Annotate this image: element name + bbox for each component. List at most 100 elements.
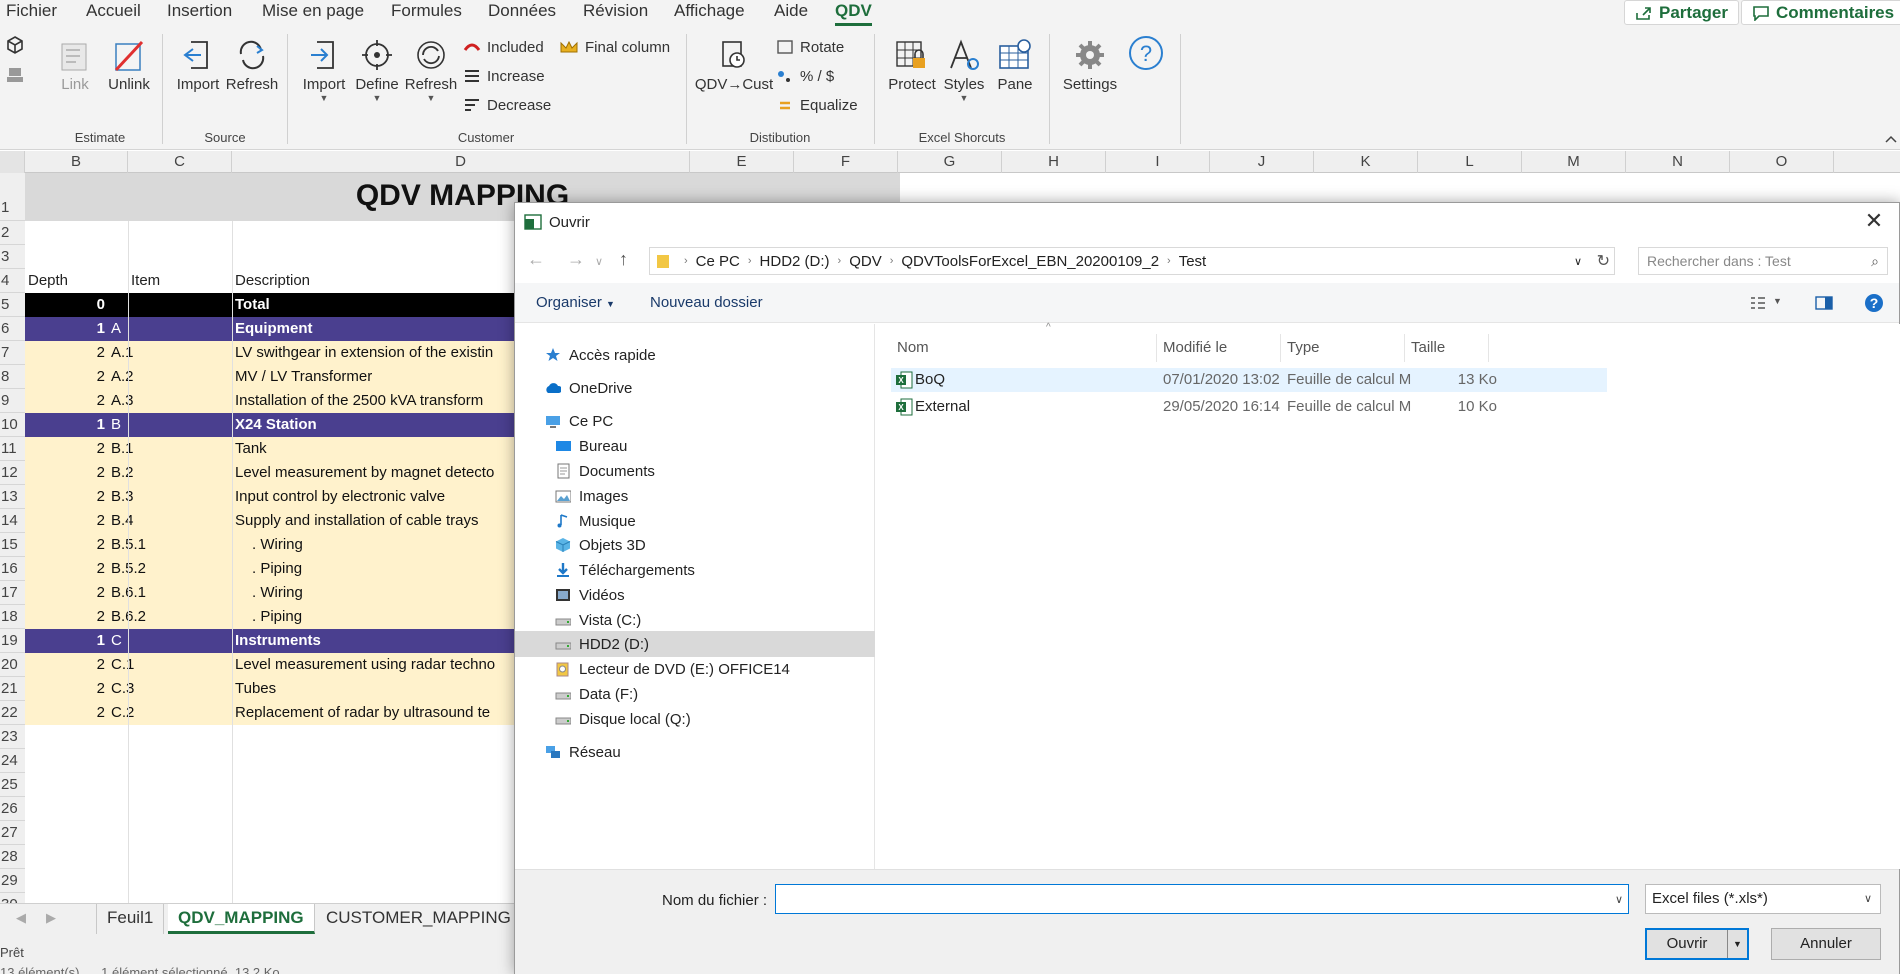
nav-item-vista-c[interactable]: Vista (C:) bbox=[555, 607, 641, 633]
rotate-button[interactable]: Rotate bbox=[776, 35, 844, 59]
customer-refresh-button[interactable]: Refresh ▼ bbox=[405, 34, 457, 103]
tab-insertion[interactable]: Insertion bbox=[167, 0, 232, 22]
close-icon[interactable]: ✕ bbox=[1861, 209, 1887, 235]
row-header[interactable]: 17 bbox=[0, 581, 25, 605]
depth-cell[interactable]: 2 bbox=[25, 653, 108, 677]
row-header[interactable]: 21 bbox=[0, 677, 25, 701]
recent-locations-icon[interactable]: ∨ bbox=[595, 255, 603, 268]
nav-item-bureau[interactable]: Bureau bbox=[555, 433, 627, 459]
filename-history-dropdown-icon[interactable]: ∨ bbox=[1615, 893, 1623, 906]
select-all-corner[interactable] bbox=[0, 151, 25, 173]
tab-qdv[interactable]: QDV bbox=[835, 0, 872, 26]
final-column-button[interactable]: Final column bbox=[559, 35, 670, 59]
tab-scroll-right-icon[interactable]: ▶ bbox=[46, 910, 56, 926]
search-input[interactable]: Rechercher dans : Test ⌕ bbox=[1638, 247, 1888, 275]
row-header[interactable]: 6 bbox=[0, 317, 25, 341]
row-header[interactable]: 1 bbox=[0, 173, 25, 221]
tab-affichage[interactable]: Affichage bbox=[674, 0, 745, 22]
item-cell[interactable]: B.1 bbox=[108, 437, 232, 461]
column-type[interactable]: Type bbox=[1281, 334, 1405, 362]
nav-item-acc-s-rapide[interactable]: Accès rapide bbox=[545, 342, 656, 368]
item-cell[interactable]: A.1 bbox=[108, 341, 232, 365]
row-header[interactable]: 26 bbox=[0, 797, 25, 821]
depth-cell[interactable]: 2 bbox=[25, 605, 108, 629]
row-header[interactable]: 11 bbox=[0, 437, 25, 461]
row-header[interactable]: 7 bbox=[0, 341, 25, 365]
file-row[interactable]: X External 29/05/2020 16:14 Feuille de calc… bbox=[891, 395, 1607, 419]
pane-button[interactable]: Pane bbox=[992, 34, 1038, 93]
row-header[interactable]: 15 bbox=[0, 533, 25, 557]
decrease-button[interactable]: Decrease bbox=[463, 93, 551, 117]
styles-button[interactable]: Styles ▼ bbox=[940, 34, 988, 103]
nav-item-t-l-chargements[interactable]: Téléchargements bbox=[555, 557, 695, 583]
column-header[interactable]: F bbox=[794, 151, 898, 173]
row-header[interactable]: 28 bbox=[0, 845, 25, 869]
item-cell[interactable]: B.2 bbox=[108, 461, 232, 485]
sheet-tab-feuil1[interactable]: Feuil1 bbox=[96, 904, 165, 934]
column-header[interactable]: B bbox=[25, 151, 128, 173]
source-import-button[interactable]: Import bbox=[174, 34, 222, 93]
item-cell[interactable] bbox=[108, 293, 232, 317]
dialog-titlebar[interactable]: Ouvrir bbox=[515, 203, 1899, 241]
nav-item-onedrive[interactable]: OneDrive bbox=[545, 375, 632, 401]
item-cell[interactable]: C.3 bbox=[108, 677, 232, 701]
depth-cell[interactable]: 2 bbox=[25, 461, 108, 485]
column-header[interactable]: K bbox=[1314, 151, 1418, 173]
header-item[interactable]: Item bbox=[128, 269, 232, 293]
row-header[interactable]: 20 bbox=[0, 653, 25, 677]
item-cell[interactable]: A bbox=[108, 317, 232, 341]
forward-arrow-icon[interactable]: → bbox=[567, 249, 585, 270]
column-header[interactable]: H bbox=[1002, 151, 1106, 173]
depth-cell[interactable]: 1 bbox=[25, 629, 108, 653]
protect-button[interactable]: Protect bbox=[884, 34, 940, 93]
depth-cell[interactable]: 2 bbox=[25, 509, 108, 533]
row-header[interactable]: 22 bbox=[0, 701, 25, 725]
tab-donnees[interactable]: Données bbox=[488, 0, 556, 22]
row-header[interactable]: 3 bbox=[0, 245, 25, 269]
row-header[interactable]: 24 bbox=[0, 749, 25, 773]
filetype-select[interactable]: Excel files (*.xls*) ∨ bbox=[1645, 884, 1881, 914]
row-header[interactable]: 12 bbox=[0, 461, 25, 485]
row-header[interactable]: 18 bbox=[0, 605, 25, 629]
cancel-button[interactable]: Annuler bbox=[1771, 928, 1881, 960]
tab-fichier[interactable]: Fichier bbox=[6, 0, 57, 22]
nav-item-musique[interactable]: Musique bbox=[555, 508, 636, 534]
tab-accueil[interactable]: Accueil bbox=[86, 0, 141, 22]
row-header[interactable]: 14 bbox=[0, 509, 25, 533]
breadcrumb-qdv[interactable]: QDV bbox=[849, 253, 882, 270]
tab-formules[interactable]: Formules bbox=[391, 0, 462, 22]
equalize-button[interactable]: Equalize bbox=[776, 93, 858, 117]
column-header[interactable]: N bbox=[1626, 151, 1730, 173]
item-cell[interactable]: A.3 bbox=[108, 389, 232, 413]
source-refresh-button[interactable]: Refresh bbox=[226, 34, 278, 93]
nav-item-images[interactable]: Images bbox=[555, 483, 628, 509]
increase-button[interactable]: Increase bbox=[463, 64, 545, 88]
column-header[interactable]: G bbox=[898, 151, 1002, 173]
row-header[interactable]: 29 bbox=[0, 869, 25, 893]
depth-cell[interactable]: 2 bbox=[25, 533, 108, 557]
new-folder-button[interactable]: Nouveau dossier bbox=[650, 294, 763, 311]
item-cell[interactable]: A.2 bbox=[108, 365, 232, 389]
sheet-tab-qdv-mapping[interactable]: QDV_MAPPING bbox=[168, 904, 315, 934]
filename-input[interactable] bbox=[775, 884, 1629, 914]
item-cell[interactable]: C.1 bbox=[108, 653, 232, 677]
help-button[interactable]: ? bbox=[1126, 32, 1166, 74]
nav-item-documents[interactable]: Documents bbox=[555, 458, 655, 484]
depth-cell[interactable]: 0 bbox=[25, 293, 108, 317]
organize-menu[interactable]: Organiser ▼ bbox=[536, 294, 615, 311]
depth-cell[interactable]: 2 bbox=[25, 485, 108, 509]
row-header[interactable]: 9 bbox=[0, 389, 25, 413]
item-cell[interactable]: B bbox=[108, 413, 232, 437]
item-cell[interactable]: B.4 bbox=[108, 509, 232, 533]
breadcrumb-qdvtools[interactable]: QDVToolsForExcel_EBN_20200109_2 bbox=[901, 253, 1159, 270]
tab-mise-en-page[interactable]: Mise en page bbox=[262, 0, 364, 22]
row-header[interactable]: 8 bbox=[0, 365, 25, 389]
depth-cell[interactable]: 2 bbox=[25, 389, 108, 413]
item-cell[interactable]: C.2 bbox=[108, 701, 232, 725]
row-header[interactable]: 27 bbox=[0, 821, 25, 845]
help-icon[interactable]: ? bbox=[1864, 293, 1884, 313]
nav-item-data-f[interactable]: Data (F:) bbox=[555, 681, 638, 707]
collapse-ribbon-icon[interactable] bbox=[1884, 134, 1898, 144]
breadcrumb-hdd2[interactable]: HDD2 (D:) bbox=[760, 253, 830, 270]
breadcrumb-ce-pc[interactable]: Ce PC bbox=[696, 253, 740, 270]
